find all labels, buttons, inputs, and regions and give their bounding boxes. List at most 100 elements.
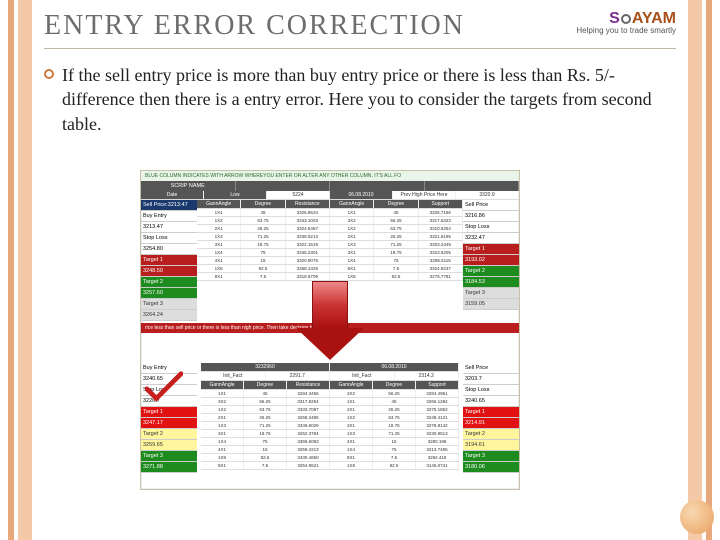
cell: 3321.6195 <box>419 233 463 240</box>
cell: 15 <box>373 438 416 445</box>
cell: 75 <box>374 257 418 264</box>
cell: 75 <box>241 249 285 256</box>
table-row: 1X882.53430.46508X17.53282.418 <box>201 454 459 462</box>
cell: Resistance <box>287 381 330 389</box>
cell: 3278.8142 <box>416 422 459 429</box>
cell: 18.75 <box>373 422 416 429</box>
cell: 82.5 <box>244 454 287 461</box>
cell: 3303.2449 <box>419 241 463 248</box>
cell: 7.5 <box>374 265 418 272</box>
cell: 3X1 <box>201 430 244 437</box>
cell: Degree <box>374 200 418 208</box>
cell: Prev High Price Here <box>393 191 456 199</box>
side-label: 3213.47 <box>141 222 197 233</box>
cell: 1X8 <box>197 265 241 272</box>
cell: 3343.1003 <box>286 217 330 224</box>
cell: 3X2 <box>201 398 244 405</box>
cell: 1X2 <box>197 217 241 224</box>
cell: 1X3 <box>330 430 373 437</box>
cell: 63.75 <box>374 225 418 232</box>
table-row: 1X1453325.86341X1453325.7156 <box>197 209 463 217</box>
table-row: 1X371.253338.52132X126.253321.6195 <box>197 233 463 241</box>
side-label: 3203.7 <box>463 374 519 385</box>
cell: 63.75 <box>373 414 416 421</box>
side-label: Target 1 <box>141 255 197 266</box>
cell: 82.5 <box>241 265 285 272</box>
cell: 3254.9521 <box>287 462 330 469</box>
cell: Init_Fact <box>330 372 395 380</box>
table-subheader: GannAngleDegreeResistanceGannAngleDegree… <box>197 200 463 209</box>
right-label-column-bottom: Sell Price3203.7Stop Loss3240.65Target 1… <box>463 363 519 473</box>
cell: Support <box>419 200 463 208</box>
cell: 1X3 <box>330 241 374 248</box>
table-row: 4X1153320.90751X4753295.5115 <box>197 257 463 265</box>
cell: 26.25 <box>373 406 416 413</box>
header-cell <box>236 181 331 191</box>
corner-decoration-circle <box>680 500 714 534</box>
decor-stripe <box>706 0 712 540</box>
cell: 26.25 <box>374 233 418 240</box>
cell: 45 <box>374 209 418 216</box>
header-cell <box>425 181 520 191</box>
side-label: Target 2 <box>463 266 519 277</box>
date-row: Date Low 5224 06.08.2010 Prev High Price… <box>141 191 519 200</box>
decor-stripe <box>18 0 32 540</box>
description-paragraph: If the sell entry price is more than buy… <box>62 63 676 136</box>
cell: 3275.1852 <box>416 406 459 413</box>
side-label: 3159.05 <box>463 299 519 310</box>
cell: 3338.5213 <box>286 233 330 240</box>
cell: 63.75 <box>244 406 287 413</box>
cell: 3284.3456 <box>287 390 330 397</box>
table-row: 2X126.253268.24851X263.753248.4121 <box>201 414 459 422</box>
cell: 1X8 <box>330 462 373 469</box>
side-label: 3232.47 <box>463 233 519 244</box>
cell: 06.08.2010 <box>330 191 393 199</box>
cell: 3X1 <box>330 422 373 429</box>
cell: Init_Fact <box>201 372 266 380</box>
cell: 45 <box>241 209 285 216</box>
cell: 63.75 <box>241 217 285 224</box>
cell: 26.25 <box>244 414 287 421</box>
cell: 4X1 <box>330 438 373 445</box>
cell: 1X2 <box>330 225 374 232</box>
cell: 3345.2301 <box>286 249 330 256</box>
side-label: Target 3 <box>141 451 197 462</box>
page-title: ENTRY ERROR CORRECTION <box>44 10 465 42</box>
cell: 2X1 <box>330 233 374 240</box>
side-label: 3264.24 <box>141 310 197 321</box>
cell: Degree <box>244 381 287 389</box>
left-label-column: Sell Price:3213:47Buy Entry3213.47Stop L… <box>141 200 197 321</box>
cell: GannAngle <box>197 200 241 208</box>
side-label: Sell Price <box>463 363 519 374</box>
table-row: 2X126.253324.54671X263.753310.6254 <box>197 225 463 233</box>
table-row: 4X1153259.42131X4753213.7485 <box>201 446 459 454</box>
cell: 45 <box>373 398 416 405</box>
side-label: Target 3 <box>463 451 519 462</box>
arrow-head <box>296 328 364 360</box>
side-label: Sell Price:3213:47 <box>141 200 197 211</box>
table-row: 3X118.753262.37841X371.253230.9513 <box>201 430 459 438</box>
cell: 1X1 <box>201 390 244 397</box>
topbar-text: BLUE COLUMN INDICATES WITH ARROW WHEREYO… <box>145 173 401 179</box>
cell: 56.25 <box>244 398 287 405</box>
cell: 3324.8237 <box>419 265 463 272</box>
cell: 3358.1325 <box>286 265 330 272</box>
cell: 3268.2485 <box>287 414 330 421</box>
cell: 1X4 <box>201 438 244 445</box>
header-cell: SCRIP NAME <box>141 181 236 191</box>
cell: 8X1 <box>201 462 244 469</box>
side-label: Stop Loss <box>141 233 197 244</box>
side-label: 3214.91 <box>463 418 519 429</box>
brand-rest: AYAM <box>632 10 676 27</box>
cell: 3310.6254 <box>419 225 463 232</box>
cell: Degree <box>373 381 416 389</box>
side-label: 3240.65 <box>463 396 519 407</box>
cell: 1X1 <box>330 209 374 216</box>
cell: 3325.7156 <box>419 209 463 216</box>
cell: GannAngle <box>330 381 373 389</box>
cell: 3318.6709 <box>286 273 330 280</box>
cell: 3322.1519 <box>286 241 330 248</box>
cell: 1X8 <box>201 454 244 461</box>
cell: 3295.5115 <box>419 257 463 264</box>
cell: 3262.3784 <box>287 430 330 437</box>
